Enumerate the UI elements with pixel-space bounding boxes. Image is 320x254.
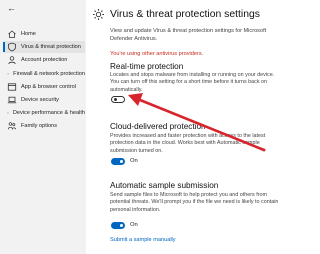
sidebar-item-home[interactable]: Home [3,28,85,40]
page-header: Virus & threat protection settings [92,8,260,21]
laptop-icon [7,96,17,104]
cloud-protection-state: On [130,158,138,164]
warning-text: You're using other antivirus providers. [110,51,204,57]
sidebar-item-label: Device performance & health [12,110,85,116]
sidebar-item-device-security[interactable]: Device security [3,94,85,106]
cloud-protection-title: Cloud-delivered protection [110,122,206,131]
sidebar-item-account-protection[interactable]: Account protection [3,54,85,66]
home-icon [8,30,16,38]
sidebar-item-app-browser-control[interactable]: App & browser control [3,81,85,93]
page-title: Virus & threat protection settings [110,9,260,20]
heart-icon [7,112,9,114]
realtime-protection-description: Locates and stops malware from installin… [110,72,275,93]
family-icon [7,122,17,130]
sidebar-item-label: Family options [21,123,58,129]
sidebar-item-label: Home [21,31,36,37]
toggle-knob [120,224,123,227]
main-content: Virus & threat protection settings View … [92,0,298,254]
sidebar-item-label: Virus & threat protection [21,44,81,50]
submit-sample-link[interactable]: Submit a sample manually [110,237,176,243]
sidebar-item-virus-threat-protection[interactable]: Virus & threat protection [3,41,85,53]
sidebar-item-device-performance[interactable]: Device performance & health [3,107,85,119]
toggle-knob [120,160,123,163]
sidebar-item-label: Firewall & network protection [13,71,85,77]
sidebar: ← Home Virus & threat protection Account… [0,0,86,254]
sidebar-item-label: Account protection [21,57,68,63]
sidebar-item-label: App & browser control [21,84,77,90]
back-arrow-icon[interactable]: ← [7,4,16,13]
sidebar-item-family-options[interactable]: Family options [3,120,85,132]
page-subtitle: View and update Virus & threat protectio… [110,28,267,42]
gear-icon [93,9,104,20]
sidebar-item-label: Device security [21,97,59,103]
app-window-icon [7,83,17,91]
sidebar-item-firewall[interactable]: Firewall & network protection [3,68,85,80]
shield-icon [8,42,16,52]
toggle-knob [113,98,117,101]
realtime-protection-toggle[interactable] [111,96,125,103]
sample-submission-title: Automatic sample submission [110,181,219,190]
wifi-icon [7,73,10,75]
cloud-protection-toggle[interactable] [111,158,125,165]
realtime-protection-title: Real-time protection [110,62,184,71]
sample-submission-state: On [130,222,138,228]
sample-submission-description: Send sample files to Microsoft to help p… [110,192,279,213]
cloud-protection-description: Provides increased and faster protection… [110,133,266,154]
person-icon [8,56,16,65]
sample-submission-toggle[interactable] [111,222,125,229]
